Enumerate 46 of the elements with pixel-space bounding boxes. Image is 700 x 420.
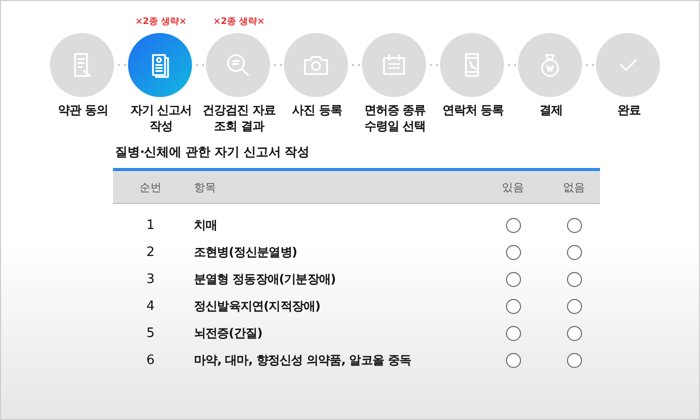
radio-button[interactable]: [506, 245, 520, 260]
step-label: 연락처 등록: [441, 102, 505, 118]
item-text: 조현병(정신분열병): [193, 244, 298, 261]
connector-dots: [117, 64, 127, 66]
row-number: 3: [145, 272, 156, 287]
step-label: 면허증 종류 수령일 선택: [363, 102, 427, 134]
radio-button[interactable]: [566, 245, 582, 260]
connector-dots: [351, 64, 361, 66]
row-number: 2: [145, 245, 156, 260]
column-header: 항목: [193, 180, 217, 194]
radio-button[interactable]: [506, 326, 520, 341]
item-text: 마약, 대마, 향정신성 의약품, 알코올 중독: [193, 352, 412, 369]
row-number: 5: [145, 326, 156, 341]
radio-button[interactable]: [506, 353, 520, 368]
radio-button[interactable]: [506, 299, 520, 314]
section-title: 질병·신체에 관한 자기 신고서 작성: [115, 144, 311, 161]
row-number: 4: [145, 299, 156, 314]
column-header: 순번: [138, 180, 162, 194]
radio-button[interactable]: [566, 299, 582, 314]
radio-button[interactable]: [566, 353, 582, 368]
radio-button[interactable]: [506, 272, 520, 287]
step-label: 건강검진 자료 조회 결과: [202, 102, 276, 134]
connector-dots: [273, 64, 283, 66]
connector-dots: [429, 64, 439, 66]
step-label: 결제: [538, 102, 564, 118]
item-text: 분열형 정동장애(기분장애): [193, 271, 337, 288]
item-text: 정신발육지연(지적장애): [193, 298, 322, 315]
radio-button[interactable]: [566, 218, 582, 233]
connector-dots: [585, 64, 595, 66]
step-label: 자기 신고서 작성: [129, 102, 193, 134]
row-number: 6: [145, 353, 156, 368]
column-header: 없음: [562, 180, 586, 194]
radio-button[interactable]: [566, 272, 582, 287]
item-text: 뇌전증(간질): [193, 325, 264, 342]
radio-button[interactable]: [506, 218, 520, 233]
item-text: 치매: [193, 217, 218, 234]
step-label: 사진 등록: [291, 102, 343, 118]
column-header: 있음: [501, 180, 525, 194]
connector-dots: [507, 64, 517, 66]
radio-button[interactable]: [566, 326, 582, 341]
step-note: ×2종 생략×: [213, 16, 265, 29]
step-note: ×2종 생략×: [135, 16, 187, 29]
step-label: 약관 동의: [57, 102, 109, 118]
connector-dots: [195, 64, 205, 66]
row-number: 1: [145, 218, 156, 233]
step-label: 완료: [616, 102, 642, 118]
